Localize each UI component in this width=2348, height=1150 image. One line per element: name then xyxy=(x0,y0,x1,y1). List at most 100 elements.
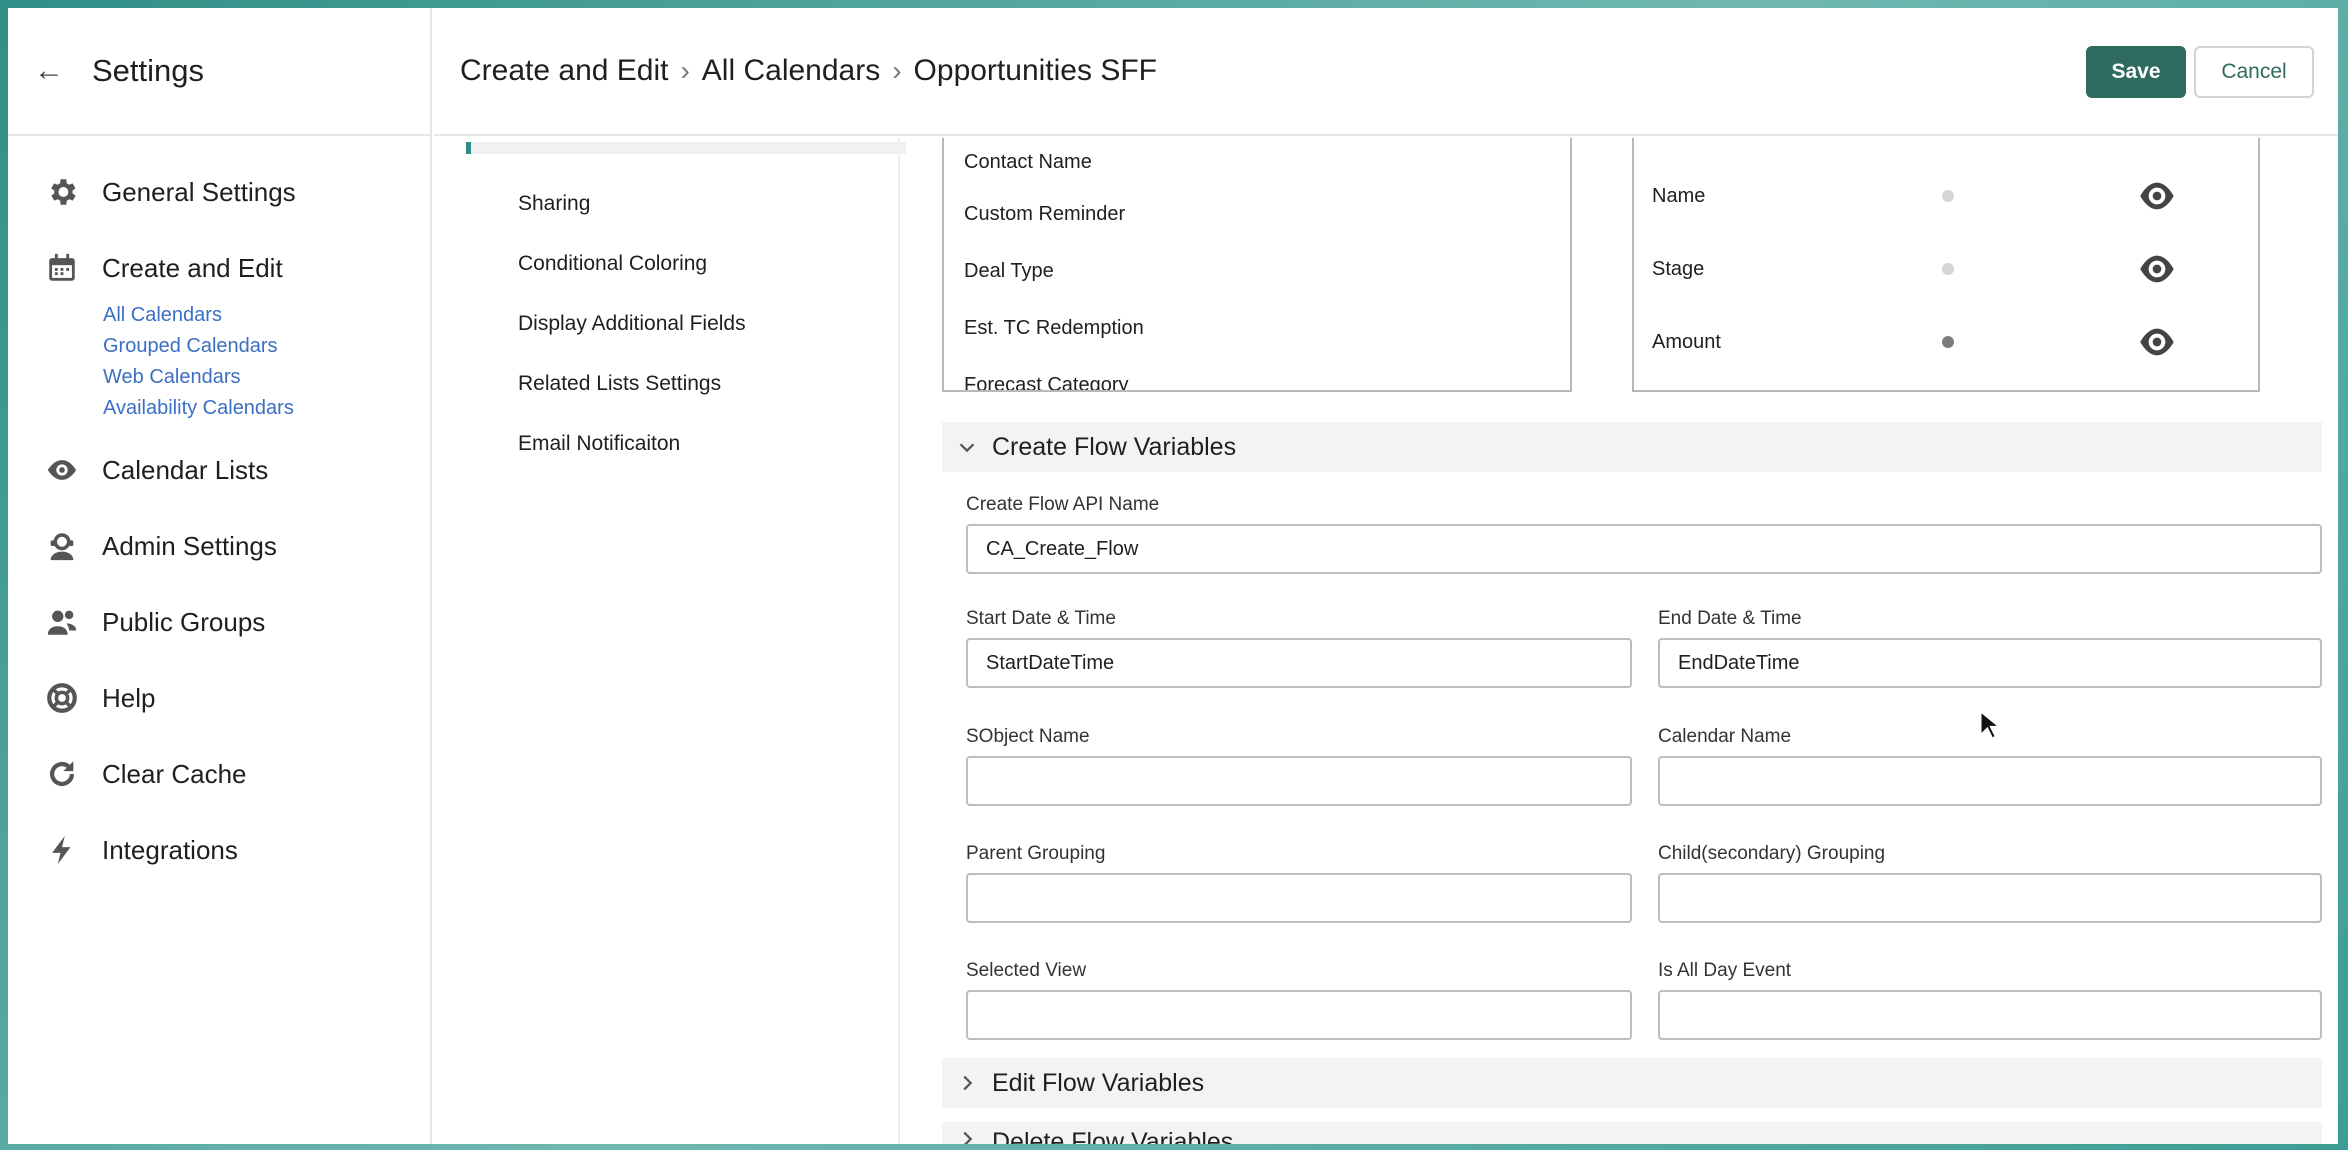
selected-field-label: Stage xyxy=(1652,257,1705,280)
sidebar-item-label: Integrations xyxy=(102,834,238,865)
bolt-icon xyxy=(42,830,82,870)
required-dot-icon[interactable] xyxy=(1942,263,1954,275)
users-icon xyxy=(42,602,82,642)
accordion-title: Delete Flow Variables xyxy=(992,1128,1234,1144)
breadcrumb: Create and Edit › All Calendars › Opport… xyxy=(460,54,1157,88)
all-day-event-label: Is All Day Event xyxy=(1658,960,1792,981)
child-grouping-label: Child(secondary) Grouping xyxy=(1658,843,1886,864)
accordion-title: Create Flow Variables xyxy=(992,432,1237,461)
create-edit-subnav: All Calendars Grouped Calendars Web Cale… xyxy=(8,300,430,424)
app-window: ← Settings General Settings Create and E… xyxy=(8,8,2338,1144)
child-grouping-input[interactable] xyxy=(1658,873,2322,923)
sidebar-item-label: Public Groups xyxy=(102,606,266,637)
subnav-all-calendars[interactable]: All Calendars xyxy=(103,300,430,331)
section-conditional-coloring[interactable]: Conditional Coloring xyxy=(518,234,746,294)
section-sharing[interactable]: Sharing xyxy=(518,174,746,234)
active-section-indicator xyxy=(466,142,906,154)
end-date-label: End Date & Time xyxy=(1658,608,1802,629)
chevron-right-icon xyxy=(963,1075,973,1091)
selected-field-row[interactable]: Amount xyxy=(1652,322,2242,362)
selected-fields-list: Name Stage Amount xyxy=(1632,138,2260,392)
calendar-name-input[interactable] xyxy=(1658,756,2322,806)
sobject-name-label: SObject Name xyxy=(966,726,1090,747)
sidebar-item-calendar-lists[interactable]: Calendar Lists xyxy=(8,432,430,508)
sidebar-item-label: Help xyxy=(102,682,156,713)
chevron-right-icon: › xyxy=(680,55,690,86)
sidebar-item-clear-cache[interactable]: Clear Cache xyxy=(8,736,430,812)
list-item[interactable]: Contact Name xyxy=(944,138,1570,186)
sidebar-title: Settings xyxy=(92,53,205,88)
eye-icon[interactable] xyxy=(2137,254,2177,284)
eye-icon xyxy=(42,450,82,490)
start-date-input[interactable] xyxy=(966,638,1632,688)
refresh-icon xyxy=(42,754,82,794)
edit-flow-accordion[interactable]: Edit Flow Variables xyxy=(942,1058,2322,1108)
selected-field-label: Name xyxy=(1652,184,1706,207)
sidebar-header: ← Settings xyxy=(8,8,430,136)
subnav-web-calendars[interactable]: Web Calendars xyxy=(103,362,430,393)
parent-grouping-input[interactable] xyxy=(966,873,1632,923)
sidebar-item-create-and-edit[interactable]: Create and Edit xyxy=(8,230,430,306)
eye-icon[interactable] xyxy=(2137,327,2177,357)
selected-view-input[interactable] xyxy=(966,990,1632,1040)
section-related-lists-settings[interactable]: Related Lists Settings xyxy=(518,354,746,414)
subnav-availability-calendars[interactable]: Availability Calendars xyxy=(103,393,430,424)
available-fields-list[interactable]: Contact Name Custom Reminder Deal Type E… xyxy=(942,138,1572,392)
breadcrumb-all-calendars[interactable]: All Calendars xyxy=(702,54,880,88)
selected-field-row[interactable]: Name xyxy=(1652,176,2242,216)
end-date-input[interactable] xyxy=(1658,638,2322,688)
mouse-cursor-icon xyxy=(1979,710,2000,740)
chevron-right-icon: › xyxy=(892,55,902,86)
sidebar-item-integrations[interactable]: Integrations xyxy=(8,812,430,888)
calendar-name-label: Calendar Name xyxy=(1658,726,1792,747)
section-nav: Sharing Conditional Coloring Display Add… xyxy=(448,138,906,1144)
calendar-icon xyxy=(42,248,82,288)
accordion-title: Edit Flow Variables xyxy=(992,1068,1205,1097)
back-arrow-icon[interactable]: ← xyxy=(34,54,78,88)
sidebar: ← Settings General Settings Create and E… xyxy=(8,8,432,1144)
start-date-label: Start Date & Time xyxy=(966,608,1116,629)
chevron-down-icon xyxy=(959,443,975,453)
sidebar-item-label: Admin Settings xyxy=(102,530,277,561)
selected-view-label: Selected View xyxy=(966,960,1087,981)
selected-field-label: Amount xyxy=(1652,330,1721,353)
header-actions: Save Cancel xyxy=(2086,46,2314,98)
required-dot-icon[interactable] xyxy=(1942,336,1954,348)
all-day-event-input[interactable] xyxy=(1658,990,2322,1040)
list-item[interactable]: Est. TC Redemption xyxy=(944,300,1570,357)
sidebar-item-label: General Settings xyxy=(102,176,296,207)
create-flow-api-name-input[interactable] xyxy=(966,524,2322,574)
api-name-label: Create Flow API Name xyxy=(966,494,1160,515)
required-dot-icon[interactable] xyxy=(1942,190,1954,202)
cancel-button[interactable]: Cancel xyxy=(2194,46,2314,98)
sidebar-item-admin-settings[interactable]: Admin Settings xyxy=(8,508,430,584)
sidebar-item-label: Calendar Lists xyxy=(102,454,269,485)
section-display-additional-fields[interactable]: Display Additional Fields xyxy=(518,294,746,354)
list-item[interactable]: Custom Reminder xyxy=(944,186,1570,243)
breadcrumb-create-and-edit[interactable]: Create and Edit xyxy=(460,54,668,88)
sidebar-nav: General Settings Create and Edit All Cal… xyxy=(8,136,430,888)
section-email-notification[interactable]: Email Notificaiton xyxy=(518,414,746,474)
section-list: Sharing Conditional Coloring Display Add… xyxy=(518,174,746,474)
parent-grouping-label: Parent Grouping xyxy=(966,843,1106,864)
page-header: Create and Edit › All Calendars › Opport… xyxy=(434,8,2338,136)
sidebar-item-public-groups[interactable]: Public Groups xyxy=(8,584,430,660)
delete-flow-accordion[interactable]: Delete Flow Variables xyxy=(942,1122,2322,1144)
sidebar-item-general-settings[interactable]: General Settings xyxy=(8,154,430,230)
save-button[interactable]: Save xyxy=(2086,46,2186,98)
create-flow-accordion[interactable]: Create Flow Variables xyxy=(942,422,2322,472)
chevron-right-icon xyxy=(963,1131,973,1144)
lifebuoy-icon xyxy=(42,678,82,718)
sidebar-item-help[interactable]: Help xyxy=(8,660,430,736)
eye-icon[interactable] xyxy=(2137,181,2177,211)
selected-field-row[interactable]: Stage xyxy=(1652,249,2242,289)
list-item[interactable]: Forecast Category xyxy=(944,357,1570,390)
sidebar-item-label: Clear Cache xyxy=(102,758,247,789)
sobject-name-input[interactable] xyxy=(966,756,1632,806)
admin-icon xyxy=(42,526,82,566)
sidebar-item-label: Create and Edit xyxy=(102,252,283,283)
subnav-grouped-calendars[interactable]: Grouped Calendars xyxy=(103,331,430,362)
gear-icon xyxy=(42,172,82,212)
breadcrumb-current-calendar: Opportunities SFF xyxy=(913,54,1157,87)
list-item[interactable]: Deal Type xyxy=(944,243,1570,300)
